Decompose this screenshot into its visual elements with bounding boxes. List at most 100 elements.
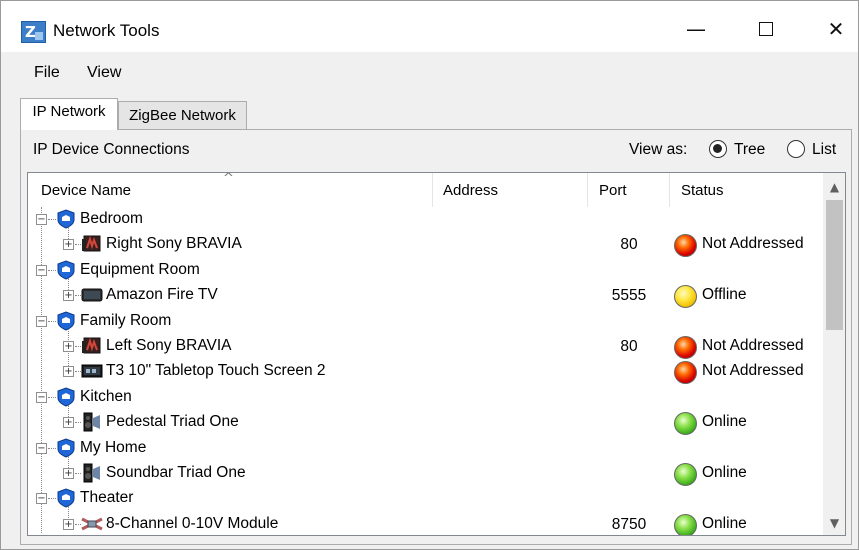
status-red-dot-icon xyxy=(674,336,697,359)
device-tree-list[interactable]: ^ Device Name Address Port Status − Bedro… xyxy=(27,172,846,536)
status-red-dot-icon xyxy=(674,234,697,258)
network-tools-window: Z Network Tools — ✕ File View IP Network… xyxy=(0,0,859,550)
device-name: Right Sony BRAVIA xyxy=(106,235,242,253)
device-name: Amazon Fire TV xyxy=(106,286,218,304)
scroll-down-arrow-icon[interactable]: ▼ xyxy=(823,511,845,535)
tree-room-row[interactable]: − Theater xyxy=(28,486,823,521)
view-tree-label[interactable]: Tree xyxy=(734,141,765,159)
room-icon xyxy=(56,260,76,280)
status-text: Online xyxy=(702,464,747,481)
room-icon xyxy=(56,209,76,229)
status-green-dot-icon xyxy=(674,513,697,535)
tree-device-row[interactable]: + Right Sony BRAVIA 80 Not Addressed xyxy=(28,232,823,258)
maximize-button[interactable] xyxy=(743,13,789,45)
ip-device-connections-panel: IP Device Connections View as: Tree List… xyxy=(20,129,852,545)
room-icon xyxy=(56,311,76,331)
room-icon xyxy=(56,488,76,508)
tree-device-row[interactable]: + Soundbar Triad One Online xyxy=(28,461,823,486)
expand-toggle-icon[interactable]: + xyxy=(63,239,74,251)
tree-connector xyxy=(48,447,56,449)
status-red-dot-icon xyxy=(674,361,697,385)
expand-toggle-icon[interactable]: + xyxy=(63,366,74,378)
touch-screen-icon xyxy=(81,361,103,381)
status-text: Not Addressed xyxy=(702,337,804,354)
collapse-toggle-icon[interactable]: − xyxy=(36,214,47,225)
device-name: Pedestal Triad One xyxy=(106,413,239,431)
speaker-icon xyxy=(81,463,103,483)
tab-ip-network[interactable]: IP Network xyxy=(20,98,118,130)
collapse-toggle-icon[interactable]: − xyxy=(36,315,47,327)
tree-connector xyxy=(48,498,56,500)
tree-room-row[interactable]: − Kitchen xyxy=(28,385,823,419)
tree-device-row[interactable]: + Pedestal Triad One Online xyxy=(28,410,823,436)
view-list-label[interactable]: List xyxy=(812,141,836,159)
menu-view[interactable]: View xyxy=(87,64,121,82)
column-header-port[interactable]: Port xyxy=(588,173,670,207)
tree-device-row[interactable]: + Left Sony BRAVIA 80 Not Addressed xyxy=(28,334,823,359)
expand-toggle-icon[interactable]: + xyxy=(63,518,74,530)
tree-connector xyxy=(48,219,56,220)
room-icon xyxy=(56,438,76,458)
room-name: Theater xyxy=(80,489,134,507)
title-bar[interactable]: Z Network Tools — ✕ xyxy=(1,1,858,52)
tree-device-row[interactable]: +8-Channel 0-10V Module 8750 Online xyxy=(28,512,823,535)
port-value: 8750 xyxy=(611,515,647,533)
column-header-status[interactable]: Status xyxy=(670,173,822,207)
tree-device-row[interactable]: + Amazon Fire TV 5555 Offline xyxy=(28,283,823,309)
status-text: Offline xyxy=(702,286,747,304)
room-name: Family Room xyxy=(80,311,172,329)
collapse-toggle-icon[interactable]: − xyxy=(36,442,47,454)
status-text: Online xyxy=(702,514,747,532)
room-name: Bedroom xyxy=(80,210,143,227)
expand-toggle-icon[interactable]: + xyxy=(63,290,74,302)
tv-icon xyxy=(81,336,103,356)
tree-connector xyxy=(48,396,56,398)
collapse-toggle-icon[interactable]: − xyxy=(36,264,47,276)
port-value: 80 xyxy=(620,236,638,254)
maximize-icon xyxy=(759,22,773,36)
column-header-address[interactable]: Address xyxy=(433,173,588,207)
app-icon: Z xyxy=(21,21,46,43)
column-header-device-name[interactable]: ^ Device Name xyxy=(28,173,433,207)
status-text: Online xyxy=(702,413,747,431)
room-name: Equipment Room xyxy=(80,260,200,278)
scrollbar-thumb[interactable] xyxy=(826,200,843,330)
scroll-up-arrow-icon[interactable]: ▲ xyxy=(823,175,845,199)
tree-room-row[interactable]: − Family Room xyxy=(28,309,823,368)
vertical-scrollbar[interactable]: ▲ ▼ xyxy=(823,173,845,535)
status-green-dot-icon xyxy=(674,463,697,486)
view-list-radio[interactable] xyxy=(787,140,805,158)
tv-icon xyxy=(81,234,103,254)
tree-room-row[interactable]: − Bedroom xyxy=(28,207,823,241)
close-button[interactable]: ✕ xyxy=(813,13,859,45)
device-name: 8-Channel 0-10V Module xyxy=(106,514,279,532)
sort-ascending-icon: ^ xyxy=(223,172,234,186)
status-text: Not Addressed xyxy=(702,362,804,380)
speaker-icon xyxy=(81,412,103,432)
menu-file[interactable]: File xyxy=(34,64,60,82)
column-label-device-name: Device Name xyxy=(41,182,132,199)
tree-device-row[interactable]: + T3 10" Tabletop Touch Screen 2 Not Addre… xyxy=(28,359,823,385)
room-name: My Home xyxy=(80,438,147,456)
collapse-toggle-icon[interactable]: − xyxy=(36,493,47,505)
minimize-button[interactable]: — xyxy=(673,13,719,45)
tab-zigbee-network[interactable]: ZigBee Network xyxy=(118,101,247,129)
tree-room-row[interactable]: − Equipment Room xyxy=(28,258,823,292)
device-name: Soundbar Triad One xyxy=(106,464,246,481)
tree-rows: − Bedroom + Right Sony BRAVIA 80 Not Addresse… xyxy=(28,207,823,535)
collapse-toggle-icon[interactable]: − xyxy=(36,391,47,403)
streaming-box-icon xyxy=(81,285,103,305)
status-yellow-dot-icon xyxy=(674,285,697,309)
expand-toggle-icon[interactable]: + xyxy=(63,417,74,429)
expand-toggle-icon[interactable]: + xyxy=(63,341,74,352)
status-green-dot-icon xyxy=(674,412,697,436)
tree-room-row[interactable]: − My Home xyxy=(28,436,823,470)
view-tree-radio[interactable] xyxy=(709,140,727,158)
expand-toggle-icon[interactable]: + xyxy=(63,468,74,479)
tree-connector xyxy=(48,269,56,271)
panel-title: IP Device Connections xyxy=(33,141,190,158)
window-title: Network Tools xyxy=(53,21,160,40)
status-text: Not Addressed xyxy=(702,235,804,253)
port-value: 80 xyxy=(620,338,638,355)
device-name: T3 10" Tabletop Touch Screen 2 xyxy=(106,362,326,380)
